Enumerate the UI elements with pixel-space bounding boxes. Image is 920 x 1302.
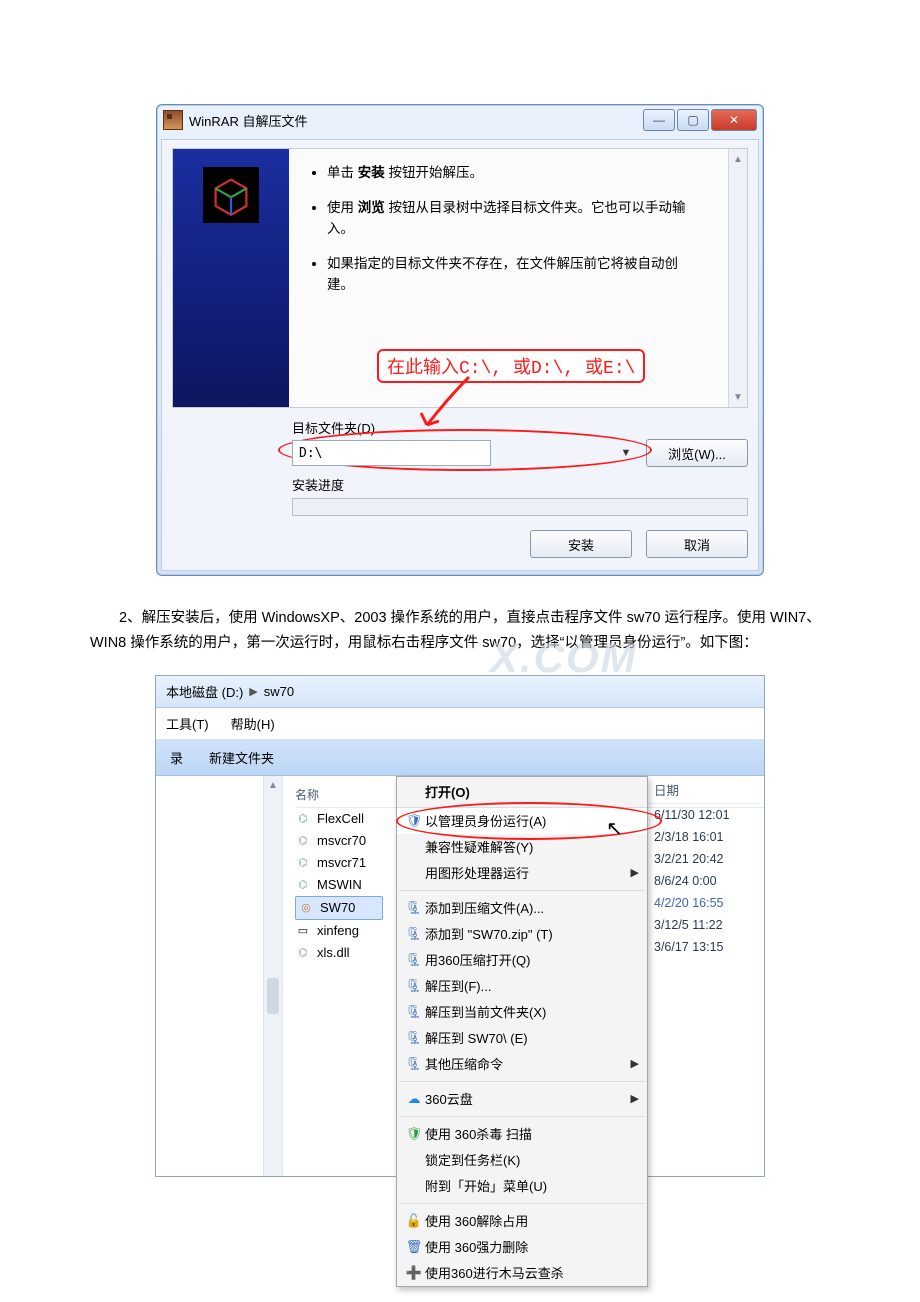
archive-icon: 🗜 — [403, 952, 425, 968]
dll-icon: ⌬ — [295, 945, 311, 961]
date-cell: 3/12/5 11:22 — [648, 914, 760, 936]
scroll-thumb[interactable] — [267, 978, 279, 1014]
cursor-icon: ↖ — [606, 816, 623, 841]
separator — [399, 1116, 645, 1117]
progress-label: 安装进度 — [292, 475, 748, 494]
ctx-other-zip[interactable]: 🗜其他压缩命令 ▶ — [397, 1051, 647, 1077]
scrollbar[interactable]: ▲ ▼ — [728, 149, 747, 407]
scroll-down-icon[interactable]: ▼ — [732, 391, 744, 403]
trash-icon: 🗑 — [403, 1239, 425, 1255]
folder-tree-pane: ▲ — [156, 776, 283, 1176]
chevron-right-icon: ▶ — [249, 685, 257, 698]
archive-icon: 🗜 — [403, 1030, 425, 1046]
scroll-up-icon[interactable]: ▲ — [268, 780, 278, 791]
context-menu: 打开(O) 🛡 以管理员身份运行(A) 兼容性疑难解答(Y) 用图形处理器运行 … — [396, 776, 648, 1287]
annotation-hint: 在此输入C:\, 或D:\, 或E:\ — [377, 349, 645, 383]
box-logo-icon — [203, 167, 259, 223]
submenu-arrow-icon: ▶ — [631, 866, 639, 879]
titlebar: WinRAR 自解压文件 — ▢ ✕ — [157, 105, 763, 135]
browse-button[interactable]: 浏览(W)... — [646, 439, 748, 467]
install-button[interactable]: 安装 — [530, 530, 632, 558]
unlock-icon: 🔓 — [403, 1213, 425, 1229]
date-cell: 8/6/24 0:00 — [648, 870, 760, 892]
archive-icon: 🗜 — [403, 900, 425, 916]
ctx-extract-to[interactable]: 🗜解压到(F)... — [397, 973, 647, 999]
cloud-icon: ☁ — [403, 1091, 425, 1107]
winrar-icon — [163, 110, 183, 130]
date-cell: 2/3/18 16:01 — [648, 826, 760, 848]
ctx-pin-taskbar[interactable]: 锁定到任务栏(K) — [397, 1147, 647, 1173]
dll-icon: ⌬ — [295, 833, 311, 849]
menu-bar: 工具(T) 帮助(H) — [156, 708, 764, 740]
breadcrumb-root[interactable]: 本地磁盘 (D:) — [166, 682, 243, 701]
maximize-button[interactable]: ▢ — [677, 109, 709, 131]
ctx-360scan[interactable]: 🛡使用 360杀毒 扫描 — [397, 1121, 647, 1147]
toolbar-new-folder[interactable]: 新建文件夹 — [209, 748, 274, 767]
progress-bar — [292, 498, 748, 516]
close-button[interactable]: ✕ — [711, 109, 757, 131]
dates-column: 日期 6/11/30 12:01 2/3/18 16:01 3/2/21 20:… — [648, 776, 760, 958]
instruction-line: 如果指定的目标文件夹不存在，在文件解压前它将被自动创建。 — [327, 254, 700, 296]
ctx-360unlock[interactable]: 🔓使用 360解除占用 — [397, 1208, 647, 1234]
window-title: WinRAR 自解压文件 — [189, 111, 643, 130]
shield-icon: 🛡 — [403, 813, 425, 829]
ctx-extract-sw70[interactable]: 🗜解压到 SW70\ (E) — [397, 1025, 647, 1051]
ctx-360cloud[interactable]: ☁360云盘 ▶ — [397, 1086, 647, 1112]
menu-tools[interactable]: 工具(T) — [166, 714, 209, 733]
toolbar-item[interactable]: 录 — [170, 748, 183, 767]
separator — [399, 1203, 645, 1204]
archive-icon: 🗜 — [403, 1056, 425, 1072]
body-paragraph: 2、解压安装后，使用 WindowsXP、2003 操作系统的用户，直接点击程序… — [90, 606, 830, 657]
destination-input[interactable] — [292, 440, 491, 466]
destination-label: 目标文件夹(D) — [292, 418, 748, 437]
ctx-360trojan[interactable]: ➕使用360进行木马云查杀 — [397, 1260, 647, 1286]
menu-help[interactable]: 帮助(H) — [231, 714, 275, 733]
separator — [399, 1081, 645, 1082]
ctx-extract-here[interactable]: 🗜解压到当前文件夹(X) — [397, 999, 647, 1025]
ctx-graphics-processor[interactable]: 用图形处理器运行 ▶ — [397, 860, 647, 886]
winrar-window: WinRAR 自解压文件 — ▢ ✕ — [156, 104, 764, 576]
instruction-line: 使用 浏览 按钮从目录树中选择目标文件夹。它也可以手动输入。 — [327, 198, 700, 240]
ctx-360forcedel[interactable]: 🗑使用 360强力删除 — [397, 1234, 647, 1260]
column-header-date[interactable]: 日期 — [648, 776, 760, 804]
tree-scrollbar[interactable]: ▲ — [263, 776, 282, 1176]
ctx-open-360zip[interactable]: 🗜用360压缩打开(Q) — [397, 947, 647, 973]
explorer-window: 本地磁盘 (D:) ▶ sw70 工具(T) 帮助(H) 录 新建文件夹 ▲ — [155, 675, 765, 1177]
archive-icon: 🗜 — [403, 1004, 425, 1020]
ctx-add-zip[interactable]: 🗜添加到 "SW70.zip" (T) — [397, 921, 647, 947]
plus-green-icon: ➕ — [403, 1265, 425, 1281]
date-cell: 3/2/21 20:42 — [648, 848, 760, 870]
info-panel: 单击 安装 按钮开始解压。 使用 浏览 按钮从目录树中选择目标文件夹。它也可以手… — [172, 148, 748, 408]
shield-green-icon: 🛡 — [403, 1126, 425, 1142]
breadcrumb-bar: 本地磁盘 (D:) ▶ sw70 — [156, 676, 764, 708]
scroll-up-icon[interactable]: ▲ — [732, 153, 744, 165]
ctx-open[interactable]: 打开(O) — [397, 777, 647, 808]
instruction-line: 单击 安装 按钮开始解压。 — [327, 163, 700, 184]
dll-icon: ⌬ — [295, 855, 311, 871]
file-item-selected[interactable]: ◎ SW70 — [295, 896, 383, 920]
cancel-button[interactable]: 取消 — [646, 530, 748, 558]
separator — [399, 890, 645, 891]
breadcrumb-leaf[interactable]: sw70 — [264, 684, 294, 699]
date-cell: 6/11/30 12:01 — [648, 804, 760, 826]
minimize-button[interactable]: — — [643, 109, 675, 131]
archive-icon: 🗜 — [403, 926, 425, 942]
archive-icon: 🗜 — [403, 978, 425, 994]
left-graphic-pane — [173, 149, 289, 407]
dll-icon: ⌬ — [295, 877, 311, 893]
exe-icon: ◎ — [298, 900, 314, 916]
ctx-add-archive[interactable]: 🗜添加到压缩文件(A)... — [397, 895, 647, 921]
dropdown-arrow-icon[interactable]: ▼ — [618, 444, 634, 462]
dll-icon: ⌬ — [295, 811, 311, 827]
date-cell: 3/6/17 13:15 — [648, 936, 760, 958]
toolbar: 录 新建文件夹 — [156, 740, 764, 776]
date-cell: 4/2/20 16:55 — [648, 892, 760, 914]
file-icon: ▭ — [295, 923, 311, 939]
ctx-pin-start[interactable]: 附到「开始」菜单(U) — [397, 1173, 647, 1199]
submenu-arrow-icon: ▶ — [631, 1057, 639, 1070]
submenu-arrow-icon: ▶ — [631, 1092, 639, 1105]
